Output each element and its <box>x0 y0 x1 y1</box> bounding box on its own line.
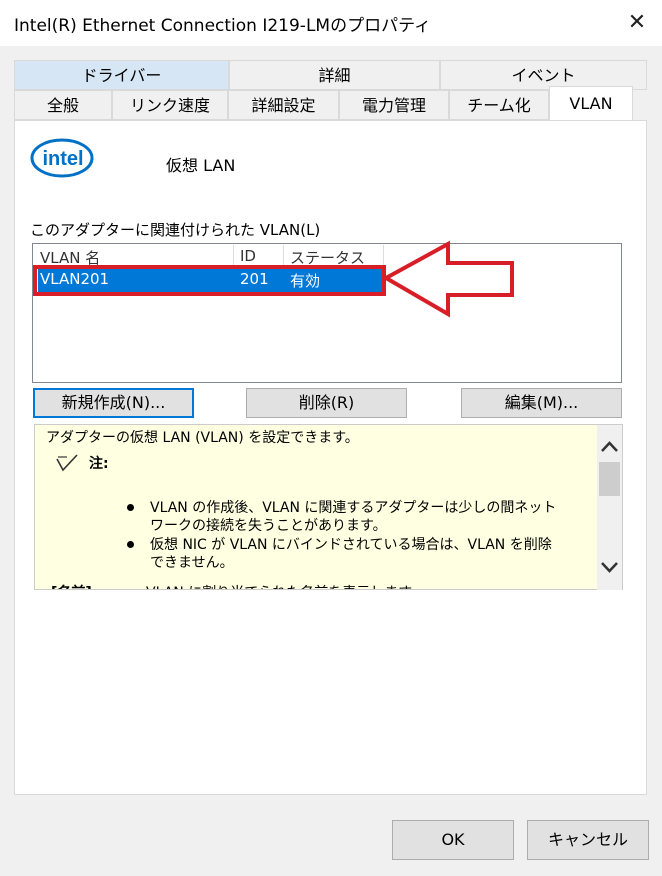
ok-button[interactable]: OK <box>392 820 514 860</box>
intel-logo-icon: intel <box>30 138 94 178</box>
column-divider[interactable] <box>233 245 234 267</box>
help-intro: アダプターの仮想 LAN (VLAN) を設定できます。 <box>46 430 359 446</box>
tab-details[interactable]: 詳細 <box>229 60 440 90</box>
delete-button[interactable]: 削除(R) <box>246 388 407 418</box>
red-arrow-annotation-icon <box>382 240 514 318</box>
scroll-up-icon[interactable] <box>599 438 620 456</box>
intel-logo-text: intel <box>42 148 83 170</box>
edit-button[interactable]: 編集(M)... <box>461 388 622 418</box>
bullet-dot <box>127 504 134 511</box>
note-pencil-icon <box>56 454 78 472</box>
virtual-lan-title: 仮想 LAN <box>166 156 236 175</box>
tab-link-speed[interactable]: リンク速度 <box>112 90 228 120</box>
window-title: Intel(R) Ethernet Connection I219-LMのプロパ… <box>14 16 432 36</box>
bullet1-line1: VLAN の作成後、VLAN に関連するアダプターは少しの間ネット <box>150 500 557 516</box>
cancel-button[interactable]: キャンセル <box>527 820 649 860</box>
bullet1-line2: ワークの接続を失うことがあります。 <box>150 518 387 534</box>
bullet2-line2: できません。 <box>150 555 234 571</box>
close-button[interactable]: ✕ <box>620 6 654 40</box>
cut-text: VLAN に割り当てられた名前を表示します。 <box>146 582 425 589</box>
cut-label: [名前] <box>51 582 92 589</box>
tab-vlan[interactable]: VLAN <box>549 86 633 121</box>
bullet2-line1: 仮想 NIC が VLAN にバインドされている場合は、VLAN を削除 <box>150 537 552 553</box>
bullet-dot <box>127 541 134 548</box>
highlight-box <box>33 265 386 296</box>
tab-general[interactable]: 全般 <box>14 90 112 120</box>
tab-advanced[interactable]: 詳細設定 <box>228 90 339 120</box>
column-divider[interactable] <box>283 245 284 267</box>
new-button[interactable]: 新規作成(N)... <box>33 388 194 418</box>
tab-teaming[interactable]: チーム化 <box>449 90 549 120</box>
tab-driver[interactable]: ドライバー <box>14 60 229 90</box>
tab-power-management[interactable]: 電力管理 <box>339 90 449 120</box>
scroll-down-icon[interactable] <box>599 558 620 576</box>
note-heading: 注: <box>89 456 109 472</box>
help-text-area[interactable]: アダプターの仮想 LAN (VLAN) を設定できます。 注: VLAN の作成… <box>34 424 623 590</box>
scroll-thumb[interactable] <box>599 462 620 496</box>
column-header-id[interactable]: ID <box>240 247 256 265</box>
vlan-list-label: このアダプターに関連付けられた VLAN(L) <box>30 221 321 239</box>
